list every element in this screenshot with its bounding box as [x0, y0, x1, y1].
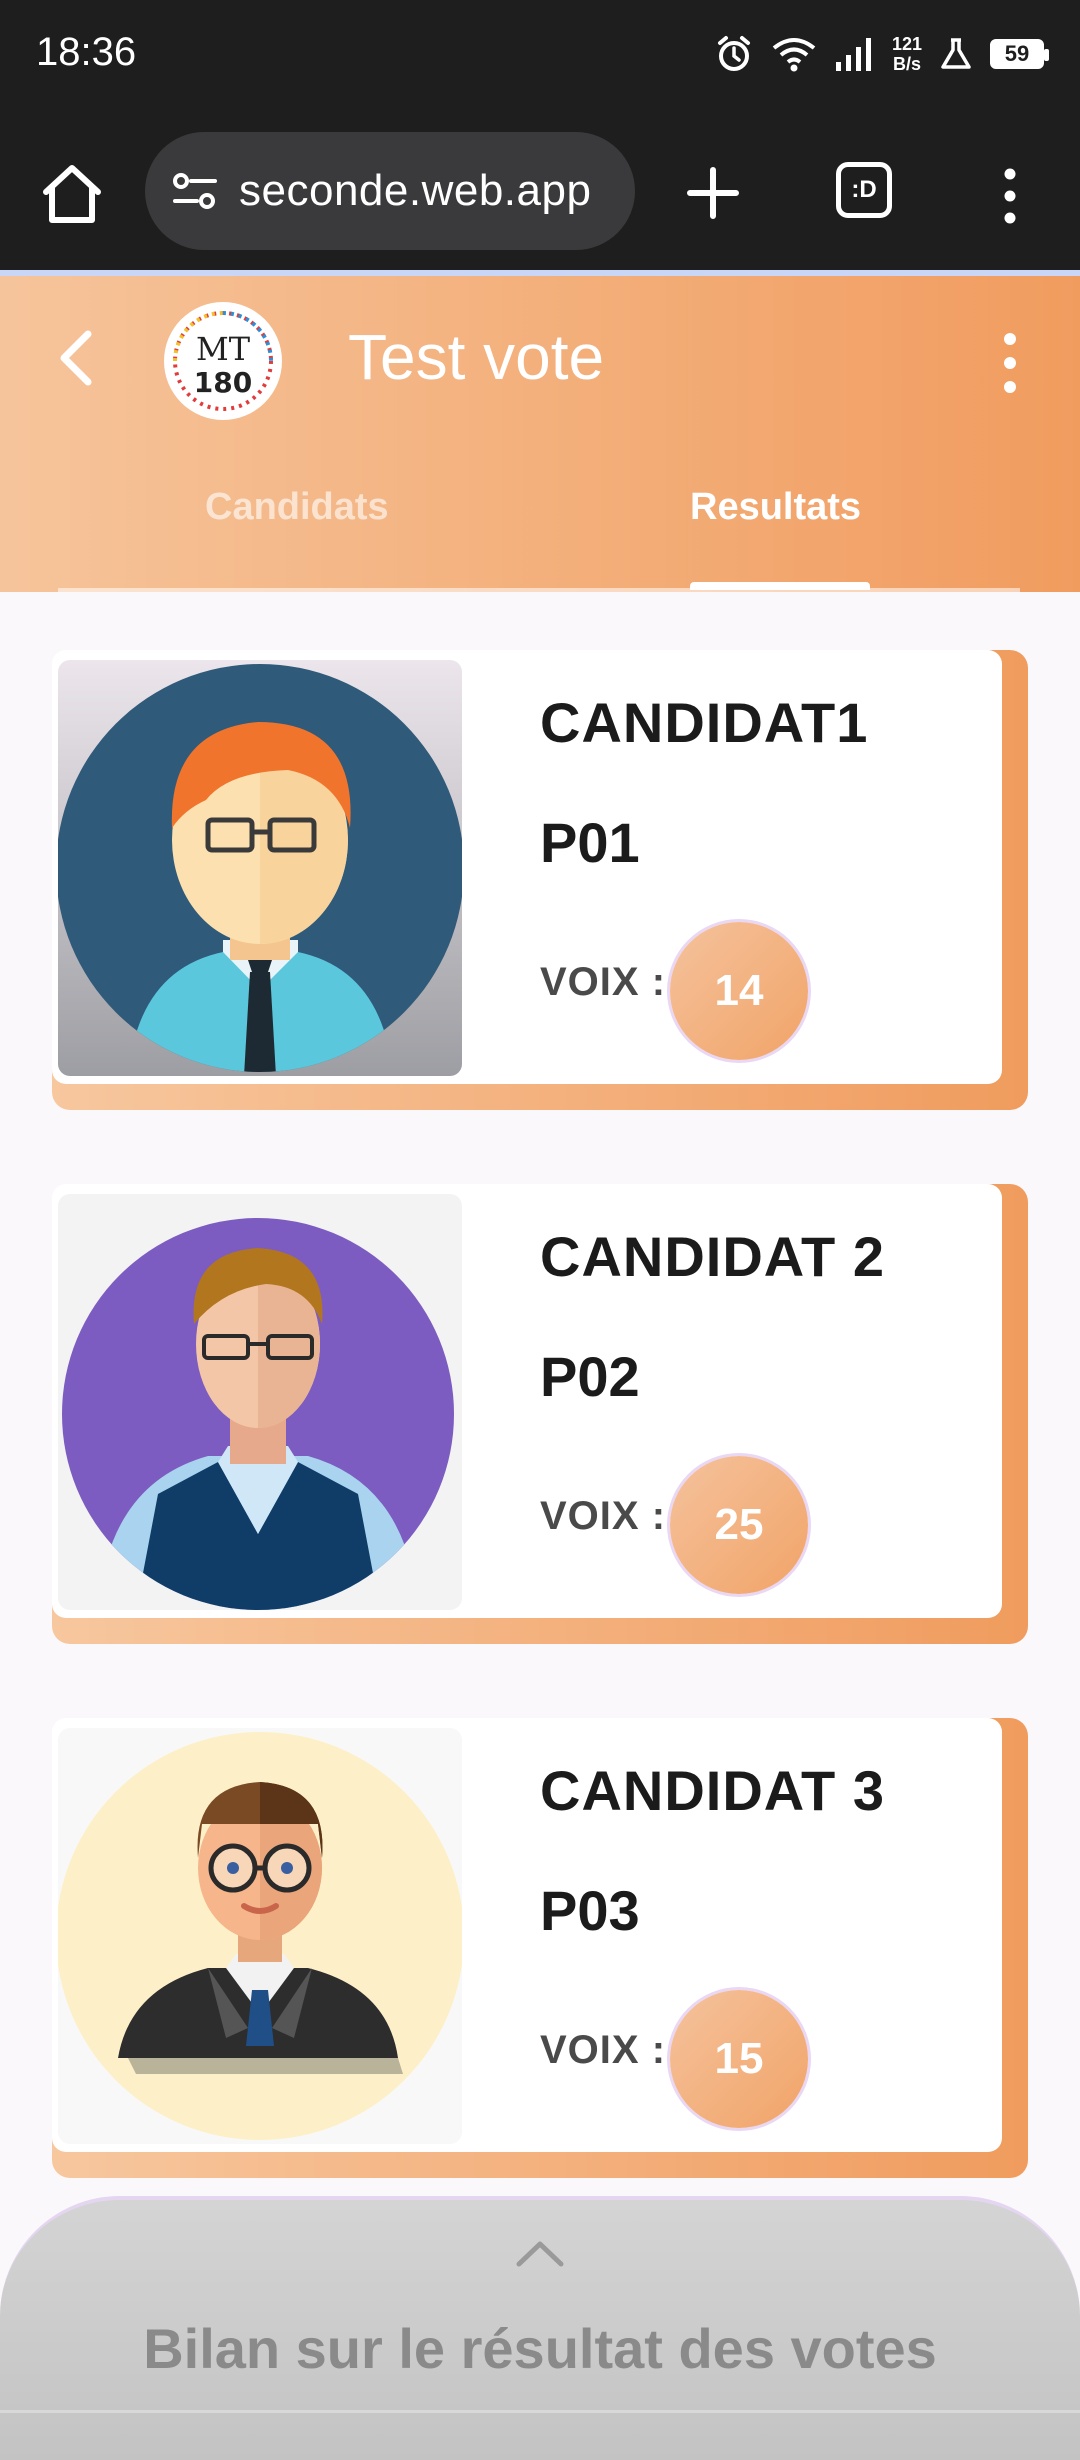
tab-candidats[interactable]: Candidats	[205, 486, 389, 529]
candidate-card[interactable]: CANDIDAT 3 P03 VOIX : 15	[52, 1718, 1028, 2178]
avatar-man-vest-icon	[58, 1194, 462, 1610]
active-tab-indicator	[690, 582, 870, 590]
back-arrow-icon[interactable]	[48, 328, 108, 388]
results-summary-sheet[interactable]: Bilan sur le résultat des votes	[0, 2196, 1080, 2460]
battery-level: 59	[1004, 41, 1030, 66]
candidate-code: P01	[540, 811, 640, 874]
app-header: MT 180 Test vote Candidats Resultats	[0, 276, 1080, 592]
tab-switcher-label: :D	[851, 176, 877, 203]
home-icon[interactable]	[38, 160, 106, 228]
tab-resultats[interactable]: Resultats	[690, 486, 861, 529]
new-tab-icon[interactable]	[680, 160, 746, 226]
status-bar: 18:36 121 B/s 59	[0, 0, 1080, 110]
status-time: 18:36	[36, 30, 137, 74]
app-logo: MT 180	[164, 302, 282, 420]
logo-text-top: MT	[195, 330, 251, 368]
tab-switcher-button[interactable]: :D	[836, 162, 892, 218]
votes-label: VOIX :	[540, 2028, 667, 2072]
card-body: CANDIDAT1 P01 VOIX : 14	[52, 650, 1002, 1084]
candidate-name: CANDIDAT 3	[540, 1759, 885, 1822]
site-settings-icon[interactable]	[167, 163, 223, 219]
vote-count-badge: 25	[670, 1456, 808, 1594]
network-speed-value: 121	[891, 34, 922, 54]
signal-icon	[835, 38, 871, 71]
browser-toolbar: seconde.web.app :D	[0, 110, 1080, 276]
vote-count-badge: 15	[670, 1990, 808, 2128]
summary-title: Bilan sur le résultat des votes	[143, 2317, 937, 2380]
address-bar[interactable]: seconde.web.app	[145, 132, 635, 250]
card-body: CANDIDAT 2 P02 VOIX : 25	[52, 1184, 1002, 1618]
url-text: seconde.web.app	[239, 166, 592, 215]
network-speed: 121 B/s	[892, 34, 922, 74]
candidate-card[interactable]: CANDIDAT 2 P02 VOIX : 25	[52, 1184, 1028, 1644]
candidate-name: CANDIDAT1	[540, 691, 869, 754]
candidate-code: P03	[540, 1879, 640, 1942]
browser-menu-icon[interactable]	[990, 166, 1030, 226]
wifi-icon	[772, 38, 816, 72]
status-icons: 121 B/s 59	[714, 28, 1049, 80]
vote-count-badge: 14	[670, 922, 808, 1060]
logo-text-bottom: 180	[193, 366, 253, 399]
app-menu-icon[interactable]	[990, 330, 1030, 396]
avatar-man-suit-icon	[58, 1728, 462, 2144]
votes-label: VOIX :	[540, 1494, 667, 1538]
candidate-card[interactable]: CANDIDAT1 P01 VOIX : 14	[52, 650, 1028, 1110]
sheet-divider	[0, 2410, 1080, 2413]
candidate-code: P02	[540, 1345, 640, 1408]
alarm-icon	[717, 36, 750, 71]
flask-icon	[941, 38, 971, 69]
tab-divider	[58, 588, 1020, 592]
votes-label: VOIX :	[540, 960, 667, 1004]
chevron-up-icon[interactable]	[515, 2238, 565, 2268]
avatar-man-red-hair-icon	[58, 660, 462, 1076]
candidate-name: CANDIDAT 2	[540, 1225, 885, 1288]
network-speed-unit: B/s	[892, 54, 921, 74]
page-title: Test vote	[348, 321, 605, 393]
battery-icon: 59	[990, 39, 1049, 69]
card-body: CANDIDAT 3 P03 VOIX : 15	[52, 1718, 1002, 2152]
